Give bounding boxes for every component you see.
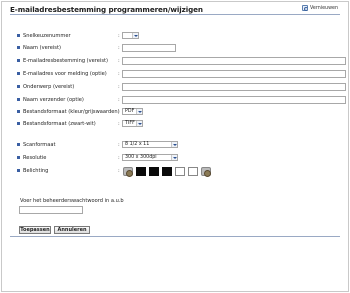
bullet-icon — [17, 46, 20, 49]
file-format-bw-select[interactable]: TIFF — [122, 120, 143, 127]
bullet-icon — [17, 72, 20, 75]
bullet-icon — [17, 98, 20, 101]
chevron-down-icon — [171, 155, 177, 160]
exposure-level-1[interactable] — [136, 167, 146, 176]
bullet-icon — [17, 122, 20, 125]
label-email-destination: E-mailadresbestemming (vereist) — [23, 58, 108, 64]
row-sender-name: Naam verzender (optie) : — [2, 96, 348, 104]
cancel-button[interactable]: Annuleren — [54, 226, 90, 234]
label-file-format-bw: Bestandsformaat (zwart-wit) — [23, 121, 96, 127]
bullet-icon — [17, 59, 20, 62]
label-sender-name: Naam verzender (optie) — [23, 97, 84, 103]
exposure-level-2[interactable] — [149, 167, 159, 176]
label-subject: Onderwerp (vereist) — [23, 84, 75, 90]
row-email-destination: E-mailadresbestemming (vereist) : — [2, 57, 348, 65]
row-file-format-color: Bestandsformaat (kleur/grijswaarden) : P… — [2, 108, 348, 116]
shortcut-number-select[interactable] — [122, 32, 139, 39]
sender-name-input[interactable] — [122, 96, 346, 104]
page-frame: E-mailadresbestemming programmeren/wijzi… — [1, 1, 349, 292]
exposure-level-4[interactable] — [175, 167, 185, 176]
chevron-down-icon — [132, 33, 138, 38]
scan-size-select[interactable]: 8 1/2 x 11 — [122, 141, 178, 148]
exposure-auto-icon[interactable] — [123, 167, 133, 177]
resolution-select[interactable]: 300 x 300dpi — [122, 154, 178, 161]
row-scan-size: Scanformaat : 8 1/2 x 11 — [2, 141, 348, 149]
exposure-level-5[interactable] — [188, 167, 198, 176]
label-resolution: Resolutie — [23, 155, 47, 161]
row-resolution: Resolutie : 300 x 300dpi — [2, 154, 348, 162]
name-input[interactable] — [122, 44, 176, 52]
exposure-level-3[interactable] — [162, 167, 172, 176]
chevron-down-icon — [136, 121, 142, 126]
refresh-icon — [301, 5, 308, 11]
label-scan-size: Scanformaat — [23, 142, 56, 148]
chevron-down-icon — [171, 142, 177, 147]
title-divider — [10, 14, 340, 15]
email-destination-input[interactable] — [122, 57, 346, 65]
label-notification-email: E-mailadres voor melding (optie) — [23, 71, 107, 77]
label-name: Naam (vereist) — [23, 45, 61, 51]
password-label: Voer het beheerderswachtwoord in a.u.b — [20, 198, 124, 204]
bullet-icon — [17, 169, 20, 172]
chevron-down-icon — [136, 109, 142, 114]
apply-button[interactable]: Toepassen — [19, 226, 51, 234]
row-name: Naam (vereist) : — [2, 44, 348, 52]
exposure-swatches — [123, 167, 211, 177]
bullet-icon — [17, 143, 20, 146]
row-subject: Onderwerp (vereist) : — [2, 83, 348, 91]
file-format-color-select[interactable]: PDF — [122, 108, 143, 115]
header: E-mailadresbestemming programmeren/wijzi… — [2, 2, 348, 14]
page-title: E-mailadresbestemming programmeren/wijzi… — [10, 5, 203, 14]
bullet-icon — [17, 156, 20, 159]
subject-input[interactable] — [122, 83, 346, 91]
bullet-icon — [17, 110, 20, 113]
row-shortcut-number: Snelkeuzenummer : — [2, 32, 348, 40]
label-file-format-color: Bestandsformaat (kleur/grijswaarden) — [23, 109, 120, 115]
label-shortcut-number: Snelkeuzenummer — [23, 33, 71, 39]
bottom-divider — [10, 236, 340, 237]
notification-email-input[interactable] — [122, 70, 346, 78]
row-file-format-bw: Bestandsformaat (zwart-wit) : TIFF — [2, 120, 348, 128]
admin-password-input[interactable] — [19, 206, 83, 214]
row-notification-email: E-mailadres voor melding (optie) : — [2, 70, 348, 78]
refresh-button[interactable]: Vernieuwen — [301, 5, 338, 11]
row-exposure: Belichting : — [2, 166, 348, 178]
exposure-manual-icon[interactable] — [201, 167, 211, 177]
refresh-label: Vernieuwen — [309, 5, 338, 11]
bullet-icon — [17, 34, 20, 37]
label-exposure: Belichting — [23, 168, 49, 174]
bullet-icon — [17, 85, 20, 88]
